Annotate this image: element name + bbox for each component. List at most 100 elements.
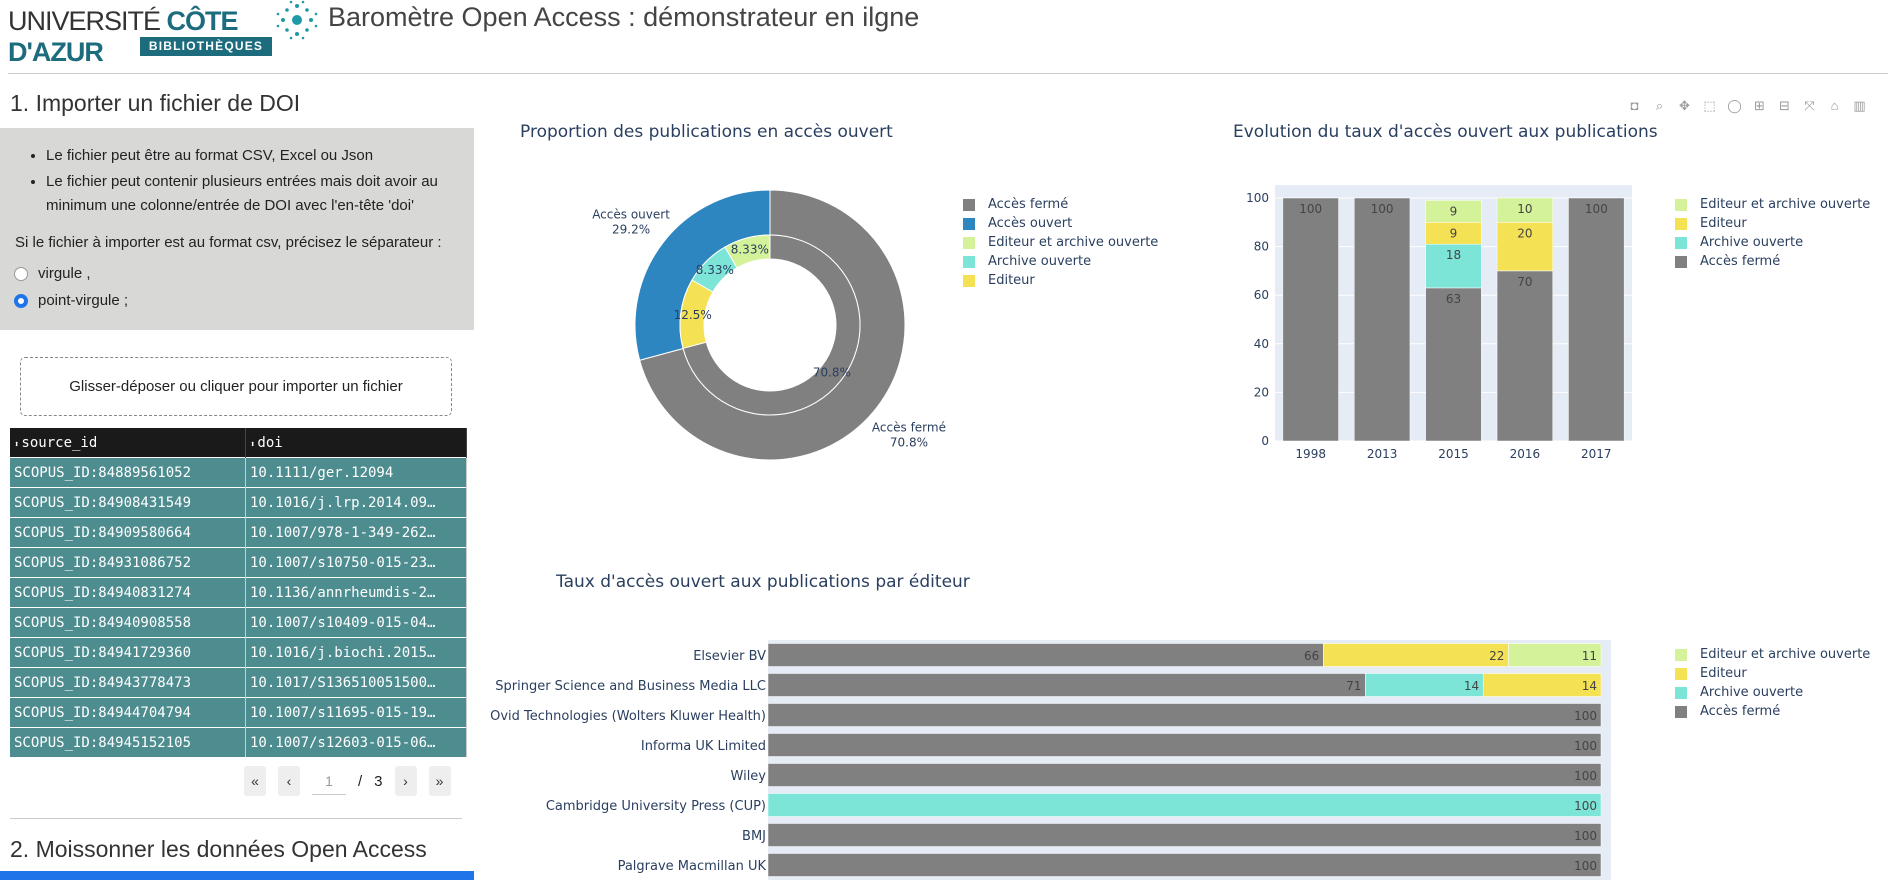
- cell-doi[interactable]: 10.1007/s10750-015-23…: [245, 547, 467, 578]
- bar-segment[interactable]: [1568, 197, 1625, 442]
- table-row[interactable]: SCOPUS_ID:84944704794 10.1007/s11695-015-…: [10, 697, 467, 728]
- cell-source-id[interactable]: SCOPUS_ID:84943778473: [10, 667, 246, 698]
- legend-item[interactable]: Editeur et archive ouverte: [963, 233, 1158, 252]
- autoscale-icon[interactable]: ⤧: [1801, 99, 1818, 113]
- cell-source-id[interactable]: SCOPUS_ID:84944704794: [10, 697, 246, 728]
- cell-doi[interactable]: 10.1016/j.lrp.2014.09…: [245, 487, 467, 518]
- cell-doi[interactable]: 10.1016/j.biochi.2015…: [245, 637, 467, 668]
- y-tick-label: 100: [1246, 191, 1269, 205]
- file-upload-dropzone[interactable]: Glisser-déposer ou cliquer pour importer…: [20, 357, 452, 416]
- legend-item[interactable]: Accès ouvert: [963, 214, 1158, 233]
- bar-segment[interactable]: [767, 763, 1602, 787]
- page-number-input[interactable]: [312, 767, 346, 795]
- bar-value-label: 100: [1574, 739, 1597, 753]
- legend-swatch: [963, 236, 975, 249]
- bar-segment[interactable]: [1425, 287, 1482, 442]
- first-page-button[interactable]: «: [244, 766, 266, 796]
- bar-segment[interactable]: [767, 733, 1602, 757]
- table-row[interactable]: SCOPUS_ID:84931086752 10.1007/s10750-015-…: [10, 547, 467, 578]
- legend-item[interactable]: Editeur: [1675, 664, 1870, 683]
- legend-item[interactable]: Accès fermé: [1675, 252, 1870, 271]
- table-row[interactable]: SCOPUS_ID:84908431549 10.1016/j.lrp.2014.…: [10, 487, 467, 518]
- next-page-button[interactable]: ›: [394, 766, 417, 796]
- cell-doi[interactable]: 10.1007/s11695-015-19…: [245, 697, 467, 728]
- zoom-in-icon[interactable]: ⊞: [1751, 99, 1768, 113]
- y-tick-label: 40: [1254, 337, 1269, 351]
- legend-item[interactable]: Editeur et archive ouverte: [1675, 195, 1870, 214]
- cell-source-id[interactable]: SCOPUS_ID:84908431549: [10, 487, 246, 518]
- table-row[interactable]: SCOPUS_ID:84940908558 10.1007/s10409-015-…: [10, 607, 467, 638]
- bar-segment[interactable]: [767, 823, 1602, 847]
- bar-value-label: 10: [1517, 202, 1532, 216]
- legend-swatch: [963, 274, 975, 287]
- bar-segment[interactable]: [767, 793, 1602, 817]
- last-page-button[interactable]: »: [428, 766, 451, 796]
- legend-item[interactable]: Accès fermé: [1675, 702, 1870, 721]
- legend-label: Archive ouverte: [1700, 235, 1804, 250]
- bar-value-label: 11: [1582, 649, 1597, 663]
- table-row[interactable]: SCOPUS_ID:84940831274 10.1136/annrheumdis…: [10, 577, 467, 608]
- bar-segment[interactable]: [1323, 643, 1509, 667]
- bar-segment[interactable]: [1354, 197, 1411, 442]
- sort-icon[interactable]: ⬍: [250, 440, 255, 450]
- outer-slice-label: Accès fermé 70.8%: [872, 420, 946, 449]
- bar-segment[interactable]: [1282, 197, 1339, 442]
- reset-axes-icon[interactable]: ⌂: [1826, 99, 1843, 113]
- zoom-icon[interactable]: ⌕: [1651, 99, 1668, 113]
- zoom-out-icon[interactable]: ⊟: [1776, 99, 1793, 113]
- legend-item[interactable]: Editeur et archive ouverte: [1675, 645, 1870, 664]
- column-header-doi[interactable]: ⬍ doi: [245, 428, 467, 458]
- legend-label: Archive ouverte: [988, 254, 1092, 269]
- harvest-button[interactable]: [0, 871, 474, 880]
- sort-icon[interactable]: ⬍: [14, 440, 19, 450]
- radio-button-selected[interactable]: [14, 293, 28, 308]
- plotly-logo-icon[interactable]: ▥: [1851, 99, 1868, 113]
- outer-slice-label: Accès ouvert 29.2%: [592, 208, 670, 237]
- cell-source-id[interactable]: SCOPUS_ID:84931086752: [10, 547, 246, 578]
- radio-point-virgule[interactable]: point-virgule ;: [14, 292, 128, 309]
- legend-item[interactable]: Archive ouverte: [963, 252, 1158, 271]
- bar-value-label: 100: [1574, 829, 1597, 843]
- cell-doi[interactable]: 10.1007/s10409-015-04…: [245, 607, 467, 638]
- cell-source-id[interactable]: SCOPUS_ID:84940831274: [10, 577, 246, 608]
- table-row[interactable]: SCOPUS_ID:84889561052 10.1111/ger.12094: [10, 457, 467, 488]
- cell-source-id[interactable]: SCOPUS_ID:84889561052: [10, 457, 246, 488]
- column-header-source-id[interactable]: ⬍ source_id: [10, 428, 246, 458]
- table-row[interactable]: SCOPUS_ID:84941729360 10.1016/j.biochi.20…: [10, 637, 467, 668]
- bar-segment[interactable]: [767, 673, 1366, 697]
- bar-segment[interactable]: [767, 853, 1602, 877]
- cell-doi[interactable]: 10.1017/S136510051500…: [245, 667, 467, 698]
- bar-segment[interactable]: [767, 703, 1602, 727]
- cell-doi[interactable]: 10.1111/ger.12094: [245, 457, 467, 488]
- cell-source-id[interactable]: SCOPUS_ID:84909580664: [10, 517, 246, 548]
- table-row[interactable]: SCOPUS_ID:84945152105 10.1007/s12603-015-…: [10, 727, 467, 757]
- legend-swatch: [1675, 648, 1687, 661]
- prev-page-button[interactable]: ‹: [278, 766, 300, 796]
- radio-virgule[interactable]: virgule ,: [14, 265, 91, 282]
- cell-source-id[interactable]: SCOPUS_ID:84945152105: [10, 727, 246, 757]
- cell-source-id[interactable]: SCOPUS_ID:84941729360: [10, 637, 246, 668]
- legend-item[interactable]: Editeur: [1675, 214, 1870, 233]
- bar-segment[interactable]: [767, 643, 1324, 667]
- cell-doi[interactable]: 10.1007/s12603-015-06…: [245, 727, 467, 757]
- table-row[interactable]: SCOPUS_ID:84943778473 10.1017/S1365100515…: [10, 667, 467, 698]
- camera-icon[interactable]: ◘: [1626, 99, 1643, 113]
- y-category-label: Wiley: [731, 769, 767, 784]
- cell-doi[interactable]: 10.1007/978-1-349-262…: [245, 517, 467, 548]
- lasso-icon[interactable]: ◯: [1726, 99, 1743, 113]
- box-select-icon[interactable]: ⬚: [1701, 99, 1718, 113]
- pan-icon[interactable]: ✥: [1676, 99, 1693, 113]
- legend-item[interactable]: Accès fermé: [963, 195, 1158, 214]
- bar-segment[interactable]: [1496, 270, 1553, 442]
- radio-button[interactable]: [14, 266, 28, 281]
- pie-chart-title: Proportion des publications en accès ouv…: [520, 122, 893, 142]
- legend-item[interactable]: Archive ouverte: [1675, 233, 1870, 252]
- legend-item[interactable]: Archive ouverte: [1675, 683, 1870, 702]
- x-tick-label: 2015: [1438, 447, 1469, 461]
- legend-swatch: [1675, 217, 1687, 230]
- logo-star-icon: [276, 0, 318, 40]
- table-row[interactable]: SCOPUS_ID:84909580664 10.1007/978-1-349-2…: [10, 517, 467, 548]
- legend-item[interactable]: Editeur: [963, 271, 1158, 290]
- cell-doi[interactable]: 10.1136/annrheumdis-2…: [245, 577, 467, 608]
- cell-source-id[interactable]: SCOPUS_ID:84940908558: [10, 607, 246, 638]
